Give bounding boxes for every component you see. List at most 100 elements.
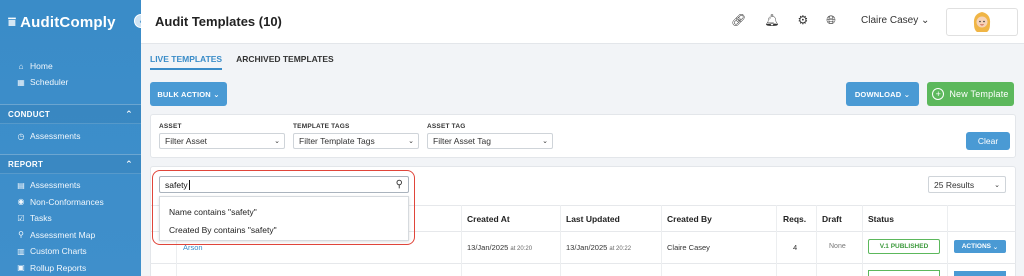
- page-title: Audit Templates (10): [155, 14, 282, 29]
- column-header-created-by[interactable]: Created By: [667, 214, 712, 224]
- alert-icon: ◉: [17, 197, 25, 207]
- last-updated-time: at 20:22: [609, 246, 632, 252]
- section-title: REPORT: [8, 159, 44, 169]
- avatar-illustration: [973, 12, 991, 32]
- column-header-last-updated[interactable]: Last Updated: [566, 214, 620, 224]
- globe-icon[interactable]: 🌐︎: [826, 13, 836, 28]
- created-at-time: at 20:20: [510, 246, 533, 252]
- tab-archived-templates[interactable]: ARCHIVED TEMPLATES: [236, 54, 334, 70]
- results-per-page-select[interactable]: 25 Results ⌄: [928, 176, 1006, 193]
- app-name: AuditComply: [20, 13, 116, 31]
- sidebar-item-scheduler[interactable]: ▦ Scheduler: [0, 74, 141, 90]
- tasks-icon: ☑: [17, 213, 25, 223]
- last-updated-date: 13/Jan/2025: [566, 243, 608, 252]
- column-divider: [816, 205, 817, 276]
- avatar[interactable]: [946, 8, 1018, 36]
- gear-icon[interactable]: ⚙: [797, 13, 808, 28]
- bell-icon[interactable]: 🔔︎: [764, 13, 779, 28]
- sidebar-item-label: Non-Conformances: [30, 196, 104, 207]
- row-actions-button[interactable]: ACTIONS ⌄: [954, 240, 1006, 253]
- last-updated-cell: 13/Jan/2025 at 20:22: [566, 243, 631, 252]
- draft-cell: None: [829, 243, 846, 250]
- list-icon: ▤: [17, 180, 25, 190]
- sidebar-item-label: Assessments: [30, 180, 81, 191]
- chart-icon: ▥: [17, 246, 25, 256]
- status-badge: V.1 PUBLISHED: [868, 239, 940, 254]
- column-divider: [661, 205, 662, 276]
- column-divider: [947, 205, 948, 276]
- tab-live-templates[interactable]: LIVE TEMPLATES: [150, 54, 223, 70]
- filter-asset-tag-value: Filter Asset Tag: [433, 136, 491, 146]
- chevron-up-icon: ⌃: [125, 108, 133, 119]
- sidebar-item-assessment-map[interactable]: ⚲ Assessment Map: [0, 227, 141, 244]
- column-header-created-at[interactable]: Created At: [467, 214, 510, 224]
- home-icon: ⌂: [18, 61, 24, 71]
- sidebar-item-tasks[interactable]: ☑ Tasks: [0, 210, 141, 227]
- column-header-draft[interactable]: Draft: [822, 214, 842, 224]
- row-actions-button[interactable]: [954, 271, 1006, 276]
- calendar-icon: ▦: [17, 77, 25, 87]
- column-divider: [461, 205, 462, 276]
- chevron-down-icon: ⌄: [274, 138, 280, 145]
- filter-template-tags-label: TEMPLATE TAGS: [293, 123, 350, 130]
- bulk-action-button[interactable]: BULK ACTION ⌄: [150, 82, 227, 106]
- sidebar-item-rollup-reports[interactable]: ▣ Rollup Reports: [0, 260, 141, 276]
- sidebar-item-report-assessments[interactable]: ▤ Assessments: [0, 177, 141, 194]
- sidebar-item-home[interactable]: ⌂ Home: [0, 58, 141, 74]
- reqs-cell: 4: [793, 243, 798, 252]
- link-icon[interactable]: 🔗︎: [731, 13, 746, 28]
- sidebar-item-label: Tasks: [30, 213, 52, 224]
- search-highlight-outline: [152, 170, 415, 245]
- download-label: DOWNLOAD: [854, 89, 902, 99]
- section-title: CONDUCT: [8, 109, 51, 119]
- created-at-date: 13/Jan/2025: [467, 243, 509, 252]
- column-divider: [776, 205, 777, 276]
- column-divider: [560, 205, 561, 276]
- filter-asset-tag-label: ASSET TAG: [427, 123, 466, 130]
- report-icon: ▣: [17, 263, 25, 273]
- sidebar: ⩸ AuditComply ⌂ Home ▦ Scheduler CONDUCT…: [0, 0, 141, 276]
- filter-template-tags-select[interactable]: Filter Template Tags ⌄: [293, 133, 419, 149]
- column-header-reqs[interactable]: Reqs.: [783, 214, 806, 224]
- app-logo[interactable]: ⩸ AuditComply: [0, 0, 141, 44]
- bulk-action-label: BULK ACTION: [157, 89, 211, 99]
- status-badge: [868, 270, 940, 276]
- sidebar-item-label: Assessment Map: [30, 229, 96, 240]
- chevron-down-icon: ⌄: [994, 181, 1000, 189]
- new-template-button[interactable]: + New Template: [927, 82, 1014, 106]
- chevron-down-icon: ⌄: [542, 138, 548, 145]
- template-tabs: LIVE TEMPLATES ARCHIVED TEMPLATES: [150, 54, 334, 70]
- table-row-border: [150, 263, 1016, 264]
- section-conduct[interactable]: CONDUCT ⌃: [0, 104, 141, 124]
- logo-mark-icon: ⩸: [8, 14, 17, 29]
- download-button[interactable]: DOWNLOAD ⌄: [846, 82, 919, 106]
- top-header: Audit Templates (10) 🔗︎ 🔔︎ ⚙ 🌐︎ Claire C…: [141, 0, 1024, 44]
- chevron-up-icon: ⌃: [125, 158, 133, 169]
- sidebar-item-custom-charts[interactable]: ▥ Custom Charts: [0, 243, 141, 260]
- plus-circle-icon: +: [932, 88, 945, 100]
- chevron-down-icon: ⌄: [408, 138, 414, 145]
- column-header-status[interactable]: Status: [868, 214, 894, 224]
- clock-icon: ◷: [17, 131, 25, 141]
- section-report[interactable]: REPORT ⌃: [0, 154, 141, 174]
- user-name: Claire Casey: [861, 15, 919, 26]
- header-icons: 🔗︎ 🔔︎ ⚙ 🌐︎: [731, 13, 836, 28]
- map-pin-icon: ⚲: [18, 230, 24, 240]
- chevron-down-icon: ⌄: [901, 89, 911, 99]
- sidebar-item-label: Custom Charts: [30, 246, 87, 257]
- row-actions-label: ACTIONS: [961, 243, 991, 250]
- filter-asset-tag-select[interactable]: Filter Asset Tag ⌄: [427, 133, 553, 149]
- filter-template-tags-value: Filter Template Tags: [299, 136, 375, 146]
- created-by-cell: Claire Casey: [667, 243, 710, 252]
- clear-filters-button[interactable]: Clear: [966, 132, 1010, 150]
- sidebar-item-conduct-assessments[interactable]: ◷ Assessments: [0, 128, 141, 144]
- sidebar-item-non-conformances[interactable]: ◉ Non-Conformances: [0, 194, 141, 211]
- sidebar-item-label: Scheduler: [30, 77, 69, 87]
- user-menu[interactable]: Claire Casey ⌄: [861, 15, 929, 26]
- filter-asset-select[interactable]: Filter Asset ⌄: [159, 133, 285, 149]
- chevron-down-icon: ⌄: [921, 15, 930, 26]
- column-divider: [862, 205, 863, 276]
- chevron-down-icon: ⌄: [990, 243, 999, 251]
- sidebar-item-label: Rollup Reports: [30, 262, 87, 273]
- results-per-page-value: 25 Results: [934, 179, 975, 190]
